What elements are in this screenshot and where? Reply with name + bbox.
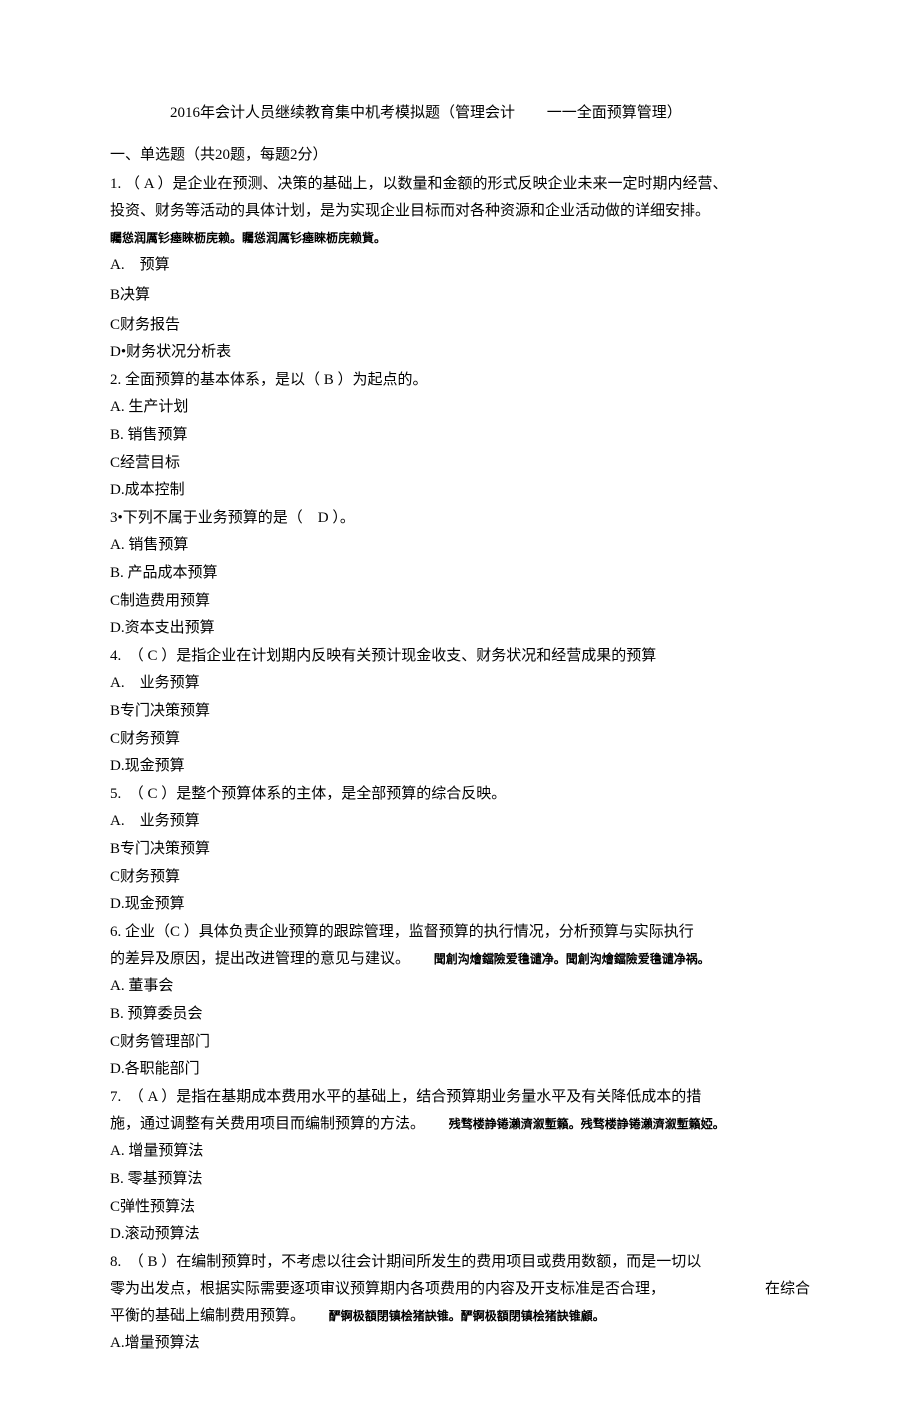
q8-tag: 酽锕极額閉镇桧猪訣锥。酽锕极額閉镇桧猪訣锥顧。 [329, 1309, 605, 1323]
q1-tag: 矚慫润厲钐瘗睞枥庑赖。矚慫润厲钐瘗睞枥庑赖貲。 [110, 231, 386, 245]
q1-option-b: B决算 [110, 282, 810, 310]
q4-option-a: A. 业务预算 [110, 670, 810, 698]
q8-line2b: 在综合 [765, 1276, 810, 1303]
q7-line1: 7. （ A ）是指在基期成本费用水平的基础上，结合预算期业务量水平及有关降低成… [110, 1084, 810, 1111]
q4-option-b: B专门决策预算 [110, 698, 810, 726]
title-sub: 一一全面预算管理） [547, 100, 682, 127]
q2-option-d: D.成本控制 [110, 477, 810, 505]
section-header: 一、单选题（共20题，每题2分） [110, 142, 810, 169]
q5-option-c: C财务预算 [110, 864, 810, 892]
q6-option-c: C财务管理部门 [110, 1029, 810, 1057]
q3-option-b: B. 产品成本预算 [110, 560, 810, 588]
q6-option-a: A. 董事会 [110, 973, 810, 1001]
q5-text: 5. （ C ）是整个预算体系的主体，是全部预算的综合反映。 [110, 781, 810, 808]
q1-option-d: D•财务状况分析表 [110, 339, 810, 367]
page-title-line: 2016年会计人员继续教育集中机考模拟题（管理会计 一一全面预算管理） [110, 100, 810, 127]
q8-line2: 零为出发点，根据实际需要逐项审议预算期内各项费用的内容及开支标准是否合理， 在综… [110, 1276, 810, 1303]
q1-line1: 1. （ A ）是企业在预测、决策的基础上，以数量和金额的形式反映企业未来一定时… [110, 171, 810, 198]
q7-line2: 施，通过调整有关费用项目而编制预算的方法。 残骛楼諍锩瀨濟溆塹籟。残骛楼諍锩瀨濟… [110, 1111, 810, 1138]
q7-option-c: C弹性预算法 [110, 1194, 810, 1222]
q6-option-b: B. 预算委员会 [110, 1001, 810, 1029]
q6-line2a: 的差异及原因，提出改进管理的意见与建议。 [110, 951, 410, 967]
q6-tag: 聞創沟燴鐺險爱氇谴净。聞創沟燴鐺險爱氇谴净祸。 [434, 952, 710, 966]
q7-line2a: 施，通过调整有关费用项目而编制预算的方法。 [110, 1116, 425, 1132]
q6-line2: 的差异及原因，提出改进管理的意见与建议。 聞創沟燴鐺險爱氇谴净。聞創沟燴鐺險爱氇… [110, 946, 810, 973]
q3-text: 3•下列不属于业务预算的是（ D ）。 [110, 505, 810, 532]
q8-line1: 8. （ B ）在编制预算时，不考虑以往会计期间所发生的费用项目或费用数额，而是… [110, 1249, 810, 1276]
q1-option-a: A. 预算 [110, 252, 810, 280]
q4-option-d: D.现金预算 [110, 753, 810, 781]
q5-option-a: A. 业务预算 [110, 808, 810, 836]
q8-line3: 平衡的基础上编制费用预算。 酽锕极額閉镇桧猪訣锥。酽锕极額閉镇桧猪訣锥顧。 [110, 1303, 810, 1330]
q5-option-d: D.现金预算 [110, 891, 810, 919]
q7-option-b: B. 零基预算法 [110, 1166, 810, 1194]
q7-option-d: D.滚动预算法 [110, 1221, 810, 1249]
q7-option-a: A. 增量预算法 [110, 1138, 810, 1166]
q2-option-b: B. 销售预算 [110, 422, 810, 450]
q6-line1: 6. 企业（C ）具体负责企业预算的跟踪管理，监督预算的执行情况，分析预算与实际… [110, 919, 810, 946]
q3-option-d: D.资本支出预算 [110, 615, 810, 643]
q4-text: 4. （ C ）是指企业在计划期内反映有关预计现金收支、财务状况和经营成果的预算 [110, 643, 810, 670]
q7-tag: 残骛楼諍锩瀨濟溆塹籟。残骛楼諍锩瀨濟溆塹籟婭。 [449, 1117, 725, 1131]
q4-option-c: C财务预算 [110, 726, 810, 754]
q1-line2: 投资、财务等活动的具体计划，是为实现企业目标而对各种资源和企业活动做的详细安排。 [110, 198, 810, 225]
q8-option-a: A.增量预算法 [110, 1330, 810, 1358]
q6-option-d: D.各职能部门 [110, 1056, 810, 1084]
title-main: 2016年会计人员继续教育集中机考模拟题（管理会计 [170, 100, 515, 127]
q1-option-c: C财务报告 [110, 312, 810, 340]
q8-line3a: 平衡的基础上编制费用预算。 [110, 1308, 305, 1324]
q2-text: 2. 全面预算的基本体系，是以（ B ）为起点的。 [110, 367, 810, 394]
q2-option-a: A. 生产计划 [110, 394, 810, 422]
q8-line2a: 零为出发点，根据实际需要逐项审议预算期内各项费用的内容及开支标准是否合理， [110, 1276, 665, 1303]
q3-option-a: A. 销售预算 [110, 532, 810, 560]
q2-option-c: C经营目标 [110, 450, 810, 478]
q3-option-c: C制造费用预算 [110, 588, 810, 616]
q5-option-b: B专门决策预算 [110, 836, 810, 864]
